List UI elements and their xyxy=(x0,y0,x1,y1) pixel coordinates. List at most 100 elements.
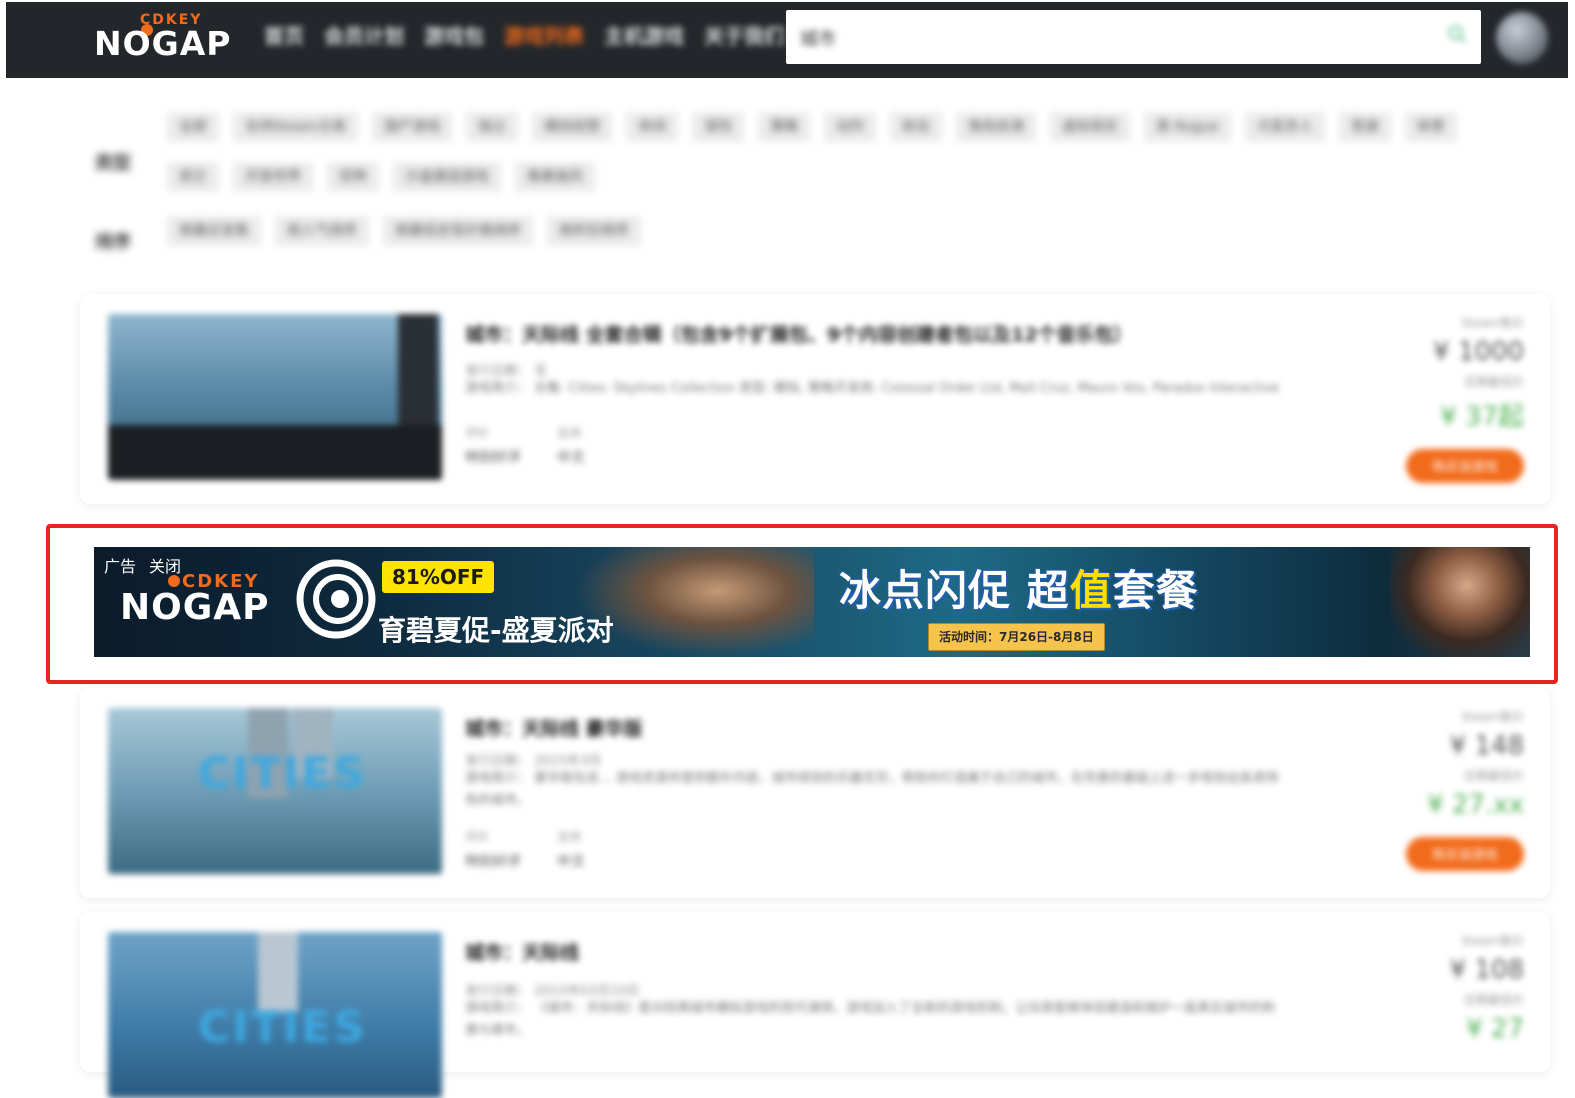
type-chip[interactable]: 冒险 xyxy=(692,112,745,142)
sort-chip[interactable]: 按最近发售 xyxy=(167,216,261,246)
lowest-price: ¥ 37起 xyxy=(1440,402,1524,432)
search-input[interactable] xyxy=(798,24,1422,52)
type-chip[interactable]: 休闲 xyxy=(626,112,679,142)
type-chip[interactable]: 角色扮演 xyxy=(956,112,1037,142)
sort-filter-row: 排序 按最近发售 按人气排序 按最低史低价格排序 按折扣排序 xyxy=(95,216,655,266)
type-chip[interactable]: 类 Rogue xyxy=(1144,112,1231,142)
thumbnail-art: CITIES xyxy=(198,748,367,799)
nav-home[interactable]: 首页 xyxy=(264,20,304,49)
type-chip[interactable]: 竞速 xyxy=(1338,112,1391,142)
type-filter-row: 类型 全部 支持Steam交易 国产游戏 独立 模拟经营 休闲 冒险 策略 动作… xyxy=(95,112,1487,212)
ad-banner[interactable]: 广告 关闭 CDKEY NOGAP 81%OFF 育碧夏促-盛夏派对 冰点闪促 … xyxy=(94,547,1530,657)
game-info: 评价特别好评 支持中文 xyxy=(465,828,585,871)
ad-logo-nogap: NOGAP xyxy=(120,587,270,628)
search-icon[interactable] xyxy=(1447,24,1467,44)
info-value: 中文 xyxy=(557,450,585,466)
ad-subtitle: 育碧夏促-盛夏派对 xyxy=(378,614,614,647)
price-area: Steam售价 ¥ 108 近期最低价 ¥ 27 xyxy=(1364,932,1524,1044)
steam-price: ¥ 1000 xyxy=(1433,337,1524,367)
nav-game-list[interactable]: 游戏列表 xyxy=(504,20,584,49)
game-card[interactable]: CITIES 城市：天际线 发行日期： 2015年03月10日 游戏简介： 《城… xyxy=(80,912,1550,1098)
lowest-price-label: 近期最低价 xyxy=(1463,993,1524,1007)
type-chip[interactable]: 射击 xyxy=(890,112,943,142)
search-box xyxy=(786,10,1481,64)
game-card[interactable]: 城市：天际线 全套合辑（包含9个扩展包、9个内容创建者包以及12个音乐包） 发行… xyxy=(80,294,1550,504)
top-nav-bar: CDKEY NOGAP 首页 会员计划 游戏包 游戏列表 主机游戏 关于我们 xyxy=(6,2,1568,78)
sort-chip[interactable]: 按人气排序 xyxy=(275,216,369,246)
ad-headline-highlight: 值 xyxy=(1069,566,1113,615)
game-thumbnail[interactable]: CITIES xyxy=(108,932,442,1098)
game-thumbnail[interactable] xyxy=(108,314,442,480)
game-description: 游戏简介： 合集: Cities: Skylines Collection 类型… xyxy=(465,381,1280,396)
thumbnail-art: CITIES xyxy=(198,1002,367,1053)
info-value: 特别好评 xyxy=(465,854,521,870)
type-chip[interactable]: 国产游戏 xyxy=(372,112,453,142)
game-thumbnail[interactable]: CITIES xyxy=(108,708,442,874)
type-chip[interactable]: 恐怖 xyxy=(327,162,379,192)
user-avatar[interactable] xyxy=(1496,12,1548,64)
game-title[interactable]: 城市：天际线 xyxy=(465,938,579,965)
ad-headline-part: 冰点闪促 超 xyxy=(839,566,1070,615)
price-area: Steam售价 ¥ 148 近期最低价 ¥ 27.xx xyxy=(1364,708,1524,820)
game-description: 游戏简介： 豪华版包含... 游戏资源并提供额外内容，城市规划的乐趣无穷，帮助你… xyxy=(465,771,1279,808)
type-chip[interactable]: 独立 xyxy=(466,112,519,142)
info-value: 特别好评 xyxy=(465,450,521,466)
thumbnail-art xyxy=(108,425,442,480)
lowest-price-label: 近期最低价 xyxy=(1463,375,1524,389)
game-title[interactable]: 城市：天际线 全套合辑（包含9个扩展包、9个内容创建者包以及12个音乐包） xyxy=(465,320,1133,347)
info-value: 中文 xyxy=(557,854,585,870)
ad-logo-dot xyxy=(168,575,180,587)
sort-chip[interactable]: 按折扣排序 xyxy=(547,216,641,246)
site-logo[interactable]: CDKEY NOGAP xyxy=(94,12,244,68)
nav-bundles[interactable]: 游戏包 xyxy=(424,20,484,49)
price-area: Steam售价 ¥ 1000 近期最低价 ¥ 37起 xyxy=(1364,314,1524,433)
ad-headline: 冰点闪促 超值套餐 xyxy=(839,557,1199,618)
ad-discount-badge: 81%OFF xyxy=(382,561,495,593)
nav-membership[interactable]: 会员计划 xyxy=(324,20,404,49)
type-chip[interactable]: 模拟经营 xyxy=(532,112,613,142)
sort-filter-label: 排序 xyxy=(95,232,131,253)
thumbnail-art xyxy=(398,314,438,434)
lowest-price: ¥ 27 xyxy=(1466,1014,1524,1044)
release-date: 发行日期： 2015年03月10日 xyxy=(465,984,640,999)
type-chip[interactable]: 其它 xyxy=(167,162,219,192)
game-title[interactable]: 城市：天际线 豪华版 xyxy=(465,714,643,741)
type-chip[interactable]: 动作 xyxy=(824,112,877,142)
sort-chip[interactable]: 按最低史低价格排序 xyxy=(383,216,533,246)
ad-artwork xyxy=(1390,547,1530,657)
thumbnail-art xyxy=(258,932,298,1012)
buy-button[interactable]: 购买该游戏 xyxy=(1406,837,1524,871)
type-chip[interactable]: 像素画风 xyxy=(515,162,595,192)
type-chip[interactable]: 虚拟现实 xyxy=(1050,112,1131,142)
ubisoft-logo-icon xyxy=(296,559,376,639)
type-chip[interactable]: 体育 xyxy=(1404,112,1457,142)
lowest-price: ¥ 27.xx xyxy=(1427,790,1524,820)
game-description: 游戏简介： 《城市：天际线》是对经典城市模拟游戏的现代演绎，游戏加入了全新的游戏… xyxy=(465,1001,1276,1038)
nav-about[interactable]: 关于我们 xyxy=(704,20,784,49)
ad-headline-part: 套餐 xyxy=(1112,566,1199,615)
info-key: 支持 xyxy=(557,830,582,844)
type-chip[interactable]: 策略 xyxy=(758,112,811,142)
type-filter-label: 类型 xyxy=(95,153,131,174)
steam-price-label: Steam售价 xyxy=(1461,934,1524,948)
type-chip[interactable]: 支持Steam交易 xyxy=(233,112,359,142)
ad-label: 广告 xyxy=(104,557,137,576)
lowest-price-label: 近期最低价 xyxy=(1463,769,1524,783)
info-key: 支持 xyxy=(557,426,582,440)
type-chip[interactable]: 大型多人 xyxy=(1244,112,1325,142)
ad-close-button[interactable]: 关闭 xyxy=(149,553,181,577)
info-key: 评价 xyxy=(465,830,490,844)
ad-date-badge: 活动时间：7月26日-8月8日 xyxy=(928,623,1105,651)
type-chip[interactable]: 开放世界 xyxy=(233,162,313,192)
steam-price-label: Steam售价 xyxy=(1461,710,1524,724)
game-card[interactable]: CITIES 城市：天际线 豪华版 发行日期： 2015年3月 游戏简介： 豪华… xyxy=(80,688,1550,898)
main-nav: 首页 会员计划 游戏包 游戏列表 主机游戏 关于我们 xyxy=(264,20,784,49)
nav-console-games[interactable]: 主机游戏 xyxy=(604,20,684,49)
type-chip-list: 全部 支持Steam交易 国产游戏 独立 模拟经营 休闲 冒险 策略 动作 射击… xyxy=(167,112,1487,212)
type-chip[interactable]: 沙盒建造游戏 xyxy=(393,162,501,192)
type-chip[interactable]: 全部 xyxy=(167,112,219,142)
buy-button[interactable]: 购买该游戏 xyxy=(1406,449,1524,483)
release-date: 发行日期： 2015年3月 xyxy=(465,754,602,769)
game-info: 评价特别好评 支持中文 xyxy=(465,424,585,467)
info-key: 评价 xyxy=(465,426,490,440)
